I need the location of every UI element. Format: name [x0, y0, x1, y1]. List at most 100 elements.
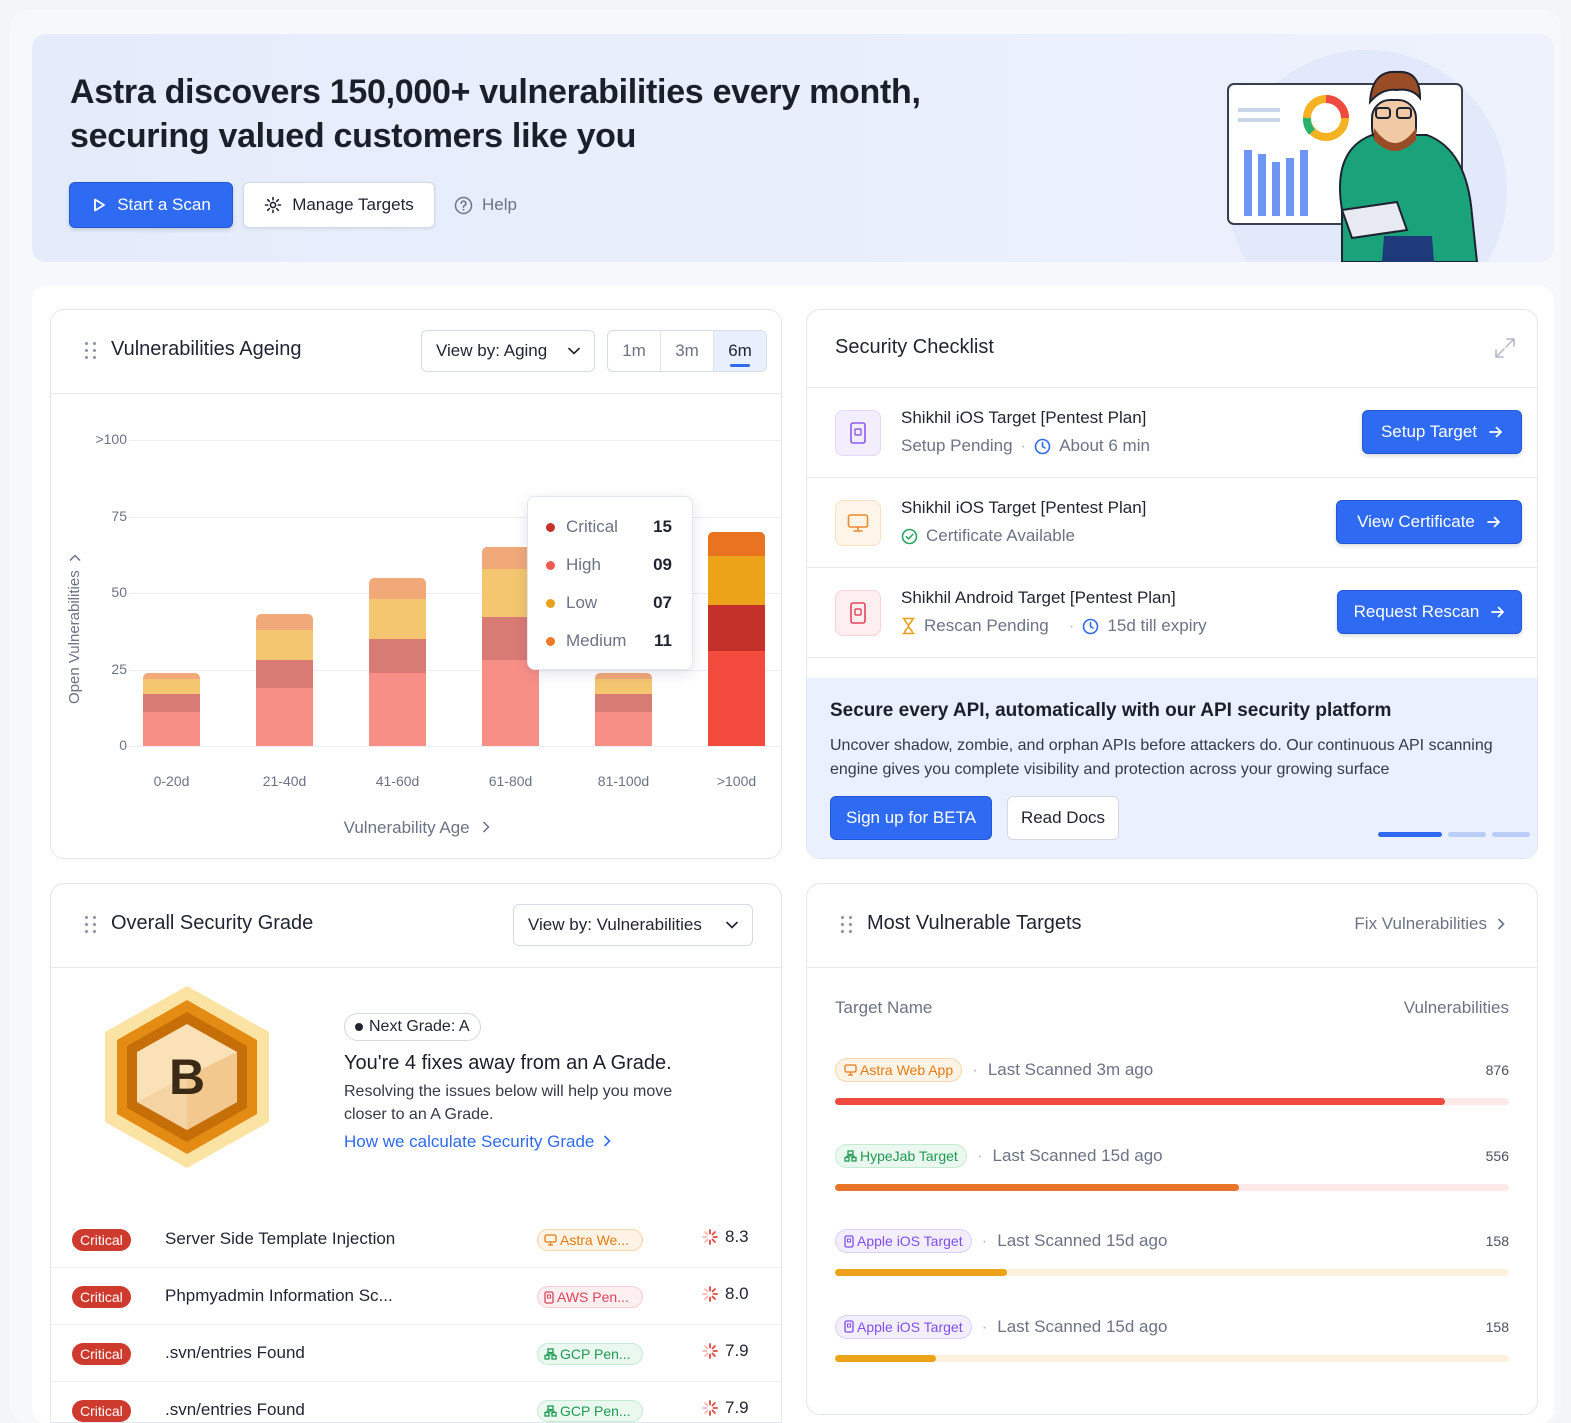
bar-segment-low[interactable]: [143, 678, 200, 694]
setup-target-button[interactable]: Setup Target: [1362, 410, 1522, 454]
sign-up-beta-button[interactable]: Sign up for BETA: [830, 796, 992, 840]
bar-segment-high[interactable]: [256, 687, 313, 746]
tooltip-row: Critical 15: [546, 515, 672, 539]
bar-segment-medium[interactable]: [369, 577, 426, 600]
manage-targets-button[interactable]: Manage Targets: [243, 182, 435, 228]
security-grade-card: Overall Security Grade View by: Vulnerab…: [50, 883, 782, 1423]
read-docs-button[interactable]: Read Docs: [1007, 796, 1119, 840]
target-pill[interactable]: Astra We...: [537, 1229, 643, 1251]
target-row[interactable]: Apple iOS Target · Last Scanned 15d ago 158: [835, 1229, 1509, 1285]
drag-handle-icon[interactable]: [841, 916, 855, 936]
target-pill[interactable]: Apple iOS Target: [835, 1229, 972, 1253]
promo-title: Secure every API, automatically with our…: [830, 700, 1392, 721]
drag-handle-icon[interactable]: [85, 342, 99, 362]
calculate-grade-link[interactable]: How we calculate Security Grade: [344, 1132, 611, 1152]
vulnerability-row[interactable]: Critical .svn/entries Found GCP Pen... 7.9: [51, 1325, 781, 1382]
carousel-dot[interactable]: [1492, 832, 1530, 837]
start-scan-button[interactable]: Start a Scan: [69, 182, 233, 228]
range-segmented-control: 1m 3m 6m: [607, 330, 767, 372]
vulnerability-row[interactable]: Critical Server Side Template Injection As…: [51, 1211, 781, 1268]
carousel-dot[interactable]: [1448, 832, 1486, 837]
severity-badge: Critical: [72, 1286, 131, 1308]
chevron-down-icon: [568, 347, 580, 355]
next-grade-text: Next Grade: A: [369, 1018, 470, 1035]
carousel-dot-active[interactable]: [1378, 832, 1442, 837]
range-1m[interactable]: 1m: [608, 331, 661, 371]
x-tick-label: >100d: [716, 773, 757, 789]
last-scanned: Last Scanned 15d ago: [997, 1316, 1168, 1336]
bar-segment-critical[interactable]: [708, 605, 765, 652]
target-icon: [544, 1290, 554, 1304]
last-scanned: Last Scanned 3m ago: [987, 1060, 1154, 1079]
fix-vulnerabilities-link[interactable]: Fix Vulnerabilities: [1354, 914, 1505, 934]
bar-segment-high[interactable]: [369, 672, 426, 746]
target-row[interactable]: Astra Web App · Last Scanned 3m ago 876: [835, 1058, 1509, 1114]
grade-badge-icon: B: [105, 986, 269, 1168]
dropdown-value: View by: Vulnerabilities: [528, 915, 702, 934]
gear-icon: [264, 196, 282, 214]
hero-headline: Astra discovers 150,000+ vulnerabilities…: [70, 73, 921, 155]
target-pill[interactable]: Apple iOS Target: [835, 1314, 972, 1339]
checklist-item: Shikhil Android Target [Pentest Plan] Re…: [807, 568, 1537, 658]
checklist-item: Shikhil iOS Target [Pentest Plan] Certif…: [807, 478, 1537, 568]
view-certificate-button[interactable]: View Certificate: [1336, 500, 1522, 544]
bar-segment-high[interactable]: [595, 712, 652, 746]
cvss-score: 7.9: [701, 1341, 749, 1361]
checklist-item: Shikhil iOS Target [Pentest Plan] Setup …: [807, 388, 1537, 478]
vulnerability-name: Phpmyadmin Information Sc...: [165, 1286, 393, 1305]
range-6m[interactable]: 6m: [714, 331, 766, 371]
bar-segment-low[interactable]: [595, 678, 652, 694]
progress-track: [835, 1183, 1509, 1191]
expand-icon[interactable]: [1493, 336, 1517, 360]
cvss-score: 8.3: [701, 1227, 749, 1247]
target-row[interactable]: HypeJab Target · Last Scanned 15d ago 556: [835, 1143, 1509, 1200]
x-axis-label[interactable]: Vulnerability Age: [51, 818, 781, 838]
button-label: Setup Target: [1380, 422, 1478, 441]
target-pill[interactable]: GCP Pen...: [537, 1343, 643, 1365]
bar-segment-medium[interactable]: [708, 531, 765, 557]
start-scan-label: Start a Scan: [117, 195, 211, 214]
vulnerability-row[interactable]: Critical .svn/entries Found GCP Pen... 7.9: [51, 1382, 781, 1422]
target-pill[interactable]: AWS Pen...: [537, 1286, 643, 1308]
severity-spinner-icon: [701, 1228, 719, 1246]
card-title: Security Checklist: [835, 336, 994, 358]
bar-segment-critical[interactable]: [256, 660, 313, 688]
range-3m[interactable]: 3m: [661, 331, 714, 371]
bar-segment-high[interactable]: [143, 712, 200, 746]
target-icon: [844, 1149, 857, 1162]
bar-segment-medium[interactable]: [595, 672, 652, 679]
severity-badge: Critical: [72, 1343, 131, 1365]
bar-segment-medium[interactable]: [256, 614, 313, 630]
help-link[interactable]: Help: [454, 182, 517, 228]
bar-segment-medium[interactable]: [143, 672, 200, 679]
vulnerability-row[interactable]: Critical Phpmyadmin Information Sc... AWS …: [51, 1268, 781, 1325]
bar-segment-critical[interactable]: [369, 638, 426, 673]
target-pill[interactable]: Astra Web App: [835, 1058, 963, 1082]
grade-headline: You're 4 fixes away from an A Grade.: [344, 1052, 672, 1074]
card-header: Most Vulnerable Targets Fix Vulnerabilit…: [807, 884, 1537, 968]
view-by-aging-dropdown[interactable]: View by: Aging: [421, 330, 595, 372]
bar-segment-high[interactable]: [708, 651, 765, 746]
legend-dot: [546, 598, 555, 608]
api-security-promo: Secure every API, automatically with our…: [807, 678, 1537, 858]
checklist-item-title: Shikhil Android Target [Pentest Plan]: [901, 588, 1176, 607]
target-pill[interactable]: HypeJab Target: [835, 1143, 967, 1168]
link-text: How we calculate Security Grade: [344, 1132, 595, 1151]
view-by-vulnerabilities-dropdown[interactable]: View by: Vulnerabilities: [513, 904, 753, 946]
bar-segment-low[interactable]: [369, 599, 426, 639]
progress-fill: [835, 1354, 937, 1362]
target-icon: [844, 1320, 854, 1333]
drag-handle-icon[interactable]: [85, 916, 99, 936]
bar-segment-critical[interactable]: [143, 693, 200, 713]
bar-segment-low[interactable]: [256, 629, 313, 661]
hero-illustration: [1227, 50, 1507, 262]
target-pill[interactable]: GCP Pen...: [537, 1400, 643, 1422]
request-rescan-button[interactable]: Request Rescan: [1337, 590, 1522, 634]
legend-dot: [546, 560, 555, 570]
target-row[interactable]: Apple iOS Target · Last Scanned 15d ago 158: [835, 1314, 1509, 1371]
bar-segment-high[interactable]: [482, 660, 539, 746]
vulnerability-count: 158: [1485, 1318, 1509, 1335]
progress-track: [835, 1354, 1509, 1362]
bar-segment-low[interactable]: [708, 556, 765, 606]
bar-segment-critical[interactable]: [595, 693, 652, 713]
